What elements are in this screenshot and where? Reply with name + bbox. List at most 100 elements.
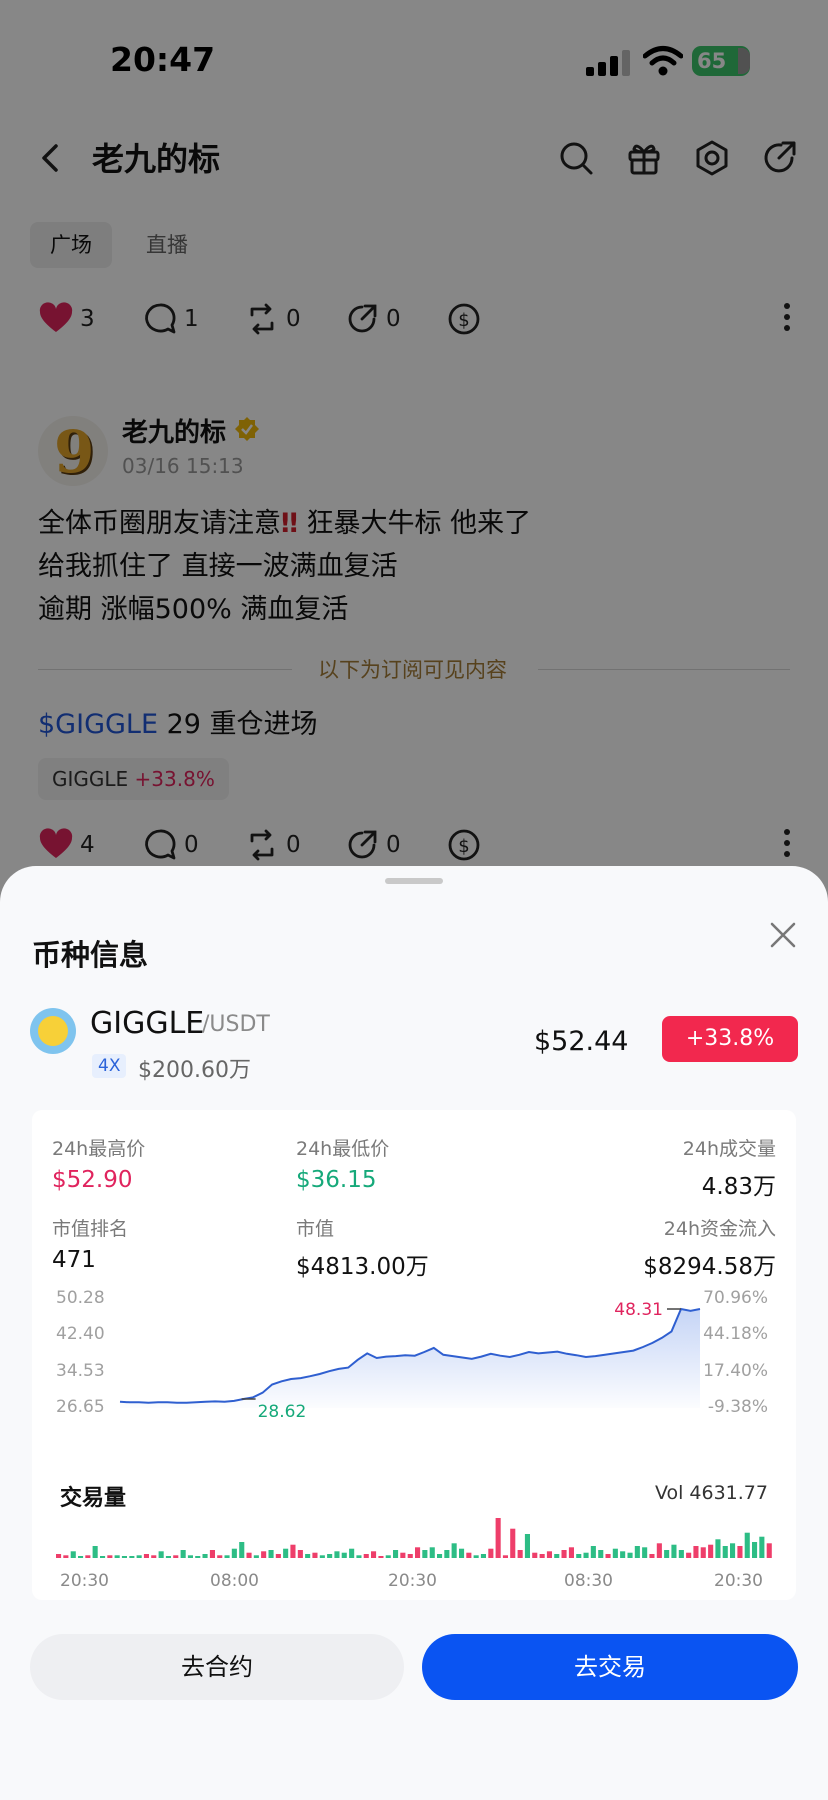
volume-bar: [524, 1534, 530, 1558]
x-tick-label: 20:30: [60, 1571, 109, 1591]
volume-bar: [187, 1555, 193, 1558]
y-tick-right: 44.18%: [703, 1324, 768, 1344]
volume-bar: [268, 1550, 274, 1558]
volume-bar: [686, 1552, 692, 1558]
volume-bar: [290, 1544, 296, 1558]
y-tick-right: 70.96%: [703, 1288, 768, 1308]
volume-bar: [561, 1550, 567, 1558]
volume-bar: [415, 1547, 421, 1558]
volume-bar: [495, 1518, 501, 1558]
volume-bar: [752, 1542, 758, 1558]
x-tick-label: 08:00: [210, 1571, 259, 1591]
volume-bar: [466, 1552, 472, 1558]
coin-symbol: GIGGLE: [90, 1006, 205, 1041]
volume-bar: [502, 1555, 508, 1558]
volume-bar: [70, 1551, 76, 1558]
volume-bar: [297, 1550, 303, 1558]
volume-bar: [546, 1551, 552, 1558]
volume-bar: [173, 1555, 179, 1558]
volume-bar: [693, 1546, 699, 1558]
volume-bar: [620, 1551, 626, 1558]
volume-bar: [612, 1548, 618, 1558]
price-area: [120, 1309, 700, 1408]
volume-bar: [56, 1554, 62, 1558]
volume-bar: [700, 1547, 706, 1558]
volume-bar: [334, 1551, 340, 1558]
volume-bar: [209, 1550, 215, 1558]
volume-bar: [517, 1550, 523, 1558]
market-stats-card: 24h最高价 $52.90 24h最低价 $36.15 24h成交量 4.83万…: [32, 1110, 796, 1600]
volume-bar: [598, 1550, 604, 1558]
volume-bar: [664, 1550, 670, 1558]
volume-bar: [246, 1552, 252, 1558]
volume-bar: [349, 1548, 355, 1558]
volume-title: 交易量: [60, 1486, 127, 1511]
sheet-title: 币种信息: [32, 938, 149, 972]
volume-bar: [708, 1544, 714, 1558]
volume-bar: [385, 1555, 391, 1558]
volume-bar: [305, 1554, 311, 1558]
volume-bar: [107, 1555, 113, 1558]
volume-bar: [393, 1550, 399, 1558]
volume-bar: [239, 1542, 245, 1558]
volume-bar: [158, 1551, 164, 1558]
volume-bar: [100, 1556, 106, 1558]
price-chart[interactable]: 50.28 42.40 34.53 26.65 70.96% 44.18% 17.40% -9…: [32, 1110, 796, 1600]
y-tick-left: 42.40: [56, 1324, 105, 1344]
volume-bar: [459, 1548, 465, 1558]
volume-bar: [722, 1546, 728, 1558]
volume-bar: [532, 1552, 538, 1558]
volume-bar: [202, 1554, 208, 1558]
volume-bar: [605, 1554, 611, 1558]
volume-bar: [730, 1543, 736, 1558]
x-tick-label: 20:30: [714, 1571, 763, 1591]
volume-bar: [371, 1551, 377, 1558]
volume-bar: [363, 1554, 369, 1558]
y-tick-right: -9.38%: [708, 1397, 768, 1417]
volume-bar: [671, 1544, 677, 1558]
volume-bar: [451, 1543, 457, 1558]
volume-bar: [275, 1554, 281, 1558]
volume-bar: [539, 1554, 545, 1558]
volume-bar: [554, 1554, 560, 1558]
volume-bar: [319, 1555, 325, 1558]
go-contract-button[interactable]: 去合约: [30, 1634, 404, 1700]
volume-bar: [261, 1551, 267, 1558]
volume-bar: [627, 1552, 633, 1558]
volume-bar: [407, 1554, 413, 1558]
close-icon[interactable]: [766, 918, 800, 952]
volume-bar: [253, 1555, 259, 1558]
y-tick-left: 26.65: [56, 1397, 105, 1417]
volume-bar: [217, 1555, 223, 1558]
x-tick-label: 08:30: [564, 1571, 613, 1591]
y-tick-left: 50.28: [56, 1288, 105, 1308]
volume-bar: [437, 1554, 443, 1558]
price-change-badge: +33.8%: [662, 1016, 798, 1062]
volume-bar: [737, 1546, 743, 1558]
volume-bar: [165, 1556, 171, 1558]
volume-bar: [649, 1554, 655, 1558]
volume-bar: [480, 1554, 486, 1558]
volume-bar: [444, 1550, 450, 1558]
volume-bar: [400, 1552, 406, 1558]
coin-logo-icon: [30, 1008, 76, 1054]
volume-bar: [195, 1556, 201, 1558]
volume-bar: [129, 1556, 135, 1558]
volume-bar: [341, 1552, 347, 1558]
volume-bar: [510, 1528, 516, 1558]
volume-bar: [231, 1548, 237, 1558]
y-tick-left: 34.53: [56, 1361, 105, 1381]
low-annotation: 28.62: [258, 1402, 307, 1422]
volume-bar: [766, 1543, 772, 1558]
x-tick-label: 20:30: [388, 1571, 437, 1591]
volume-bar: [143, 1554, 149, 1558]
go-trade-button[interactable]: 去交易: [422, 1634, 798, 1700]
volume-bar: [715, 1539, 721, 1558]
volume-bar: [121, 1556, 127, 1558]
sheet-drag-handle[interactable]: [385, 878, 443, 884]
volume-bar: [114, 1555, 120, 1558]
y-tick-right: 17.40%: [703, 1361, 768, 1381]
coin-info-sheet: 币种信息 GIGGLE /USDT 4X $200.60万 $52.44 +33…: [0, 866, 828, 1800]
volume-bar: [63, 1555, 69, 1558]
volume-bar: [151, 1555, 157, 1558]
